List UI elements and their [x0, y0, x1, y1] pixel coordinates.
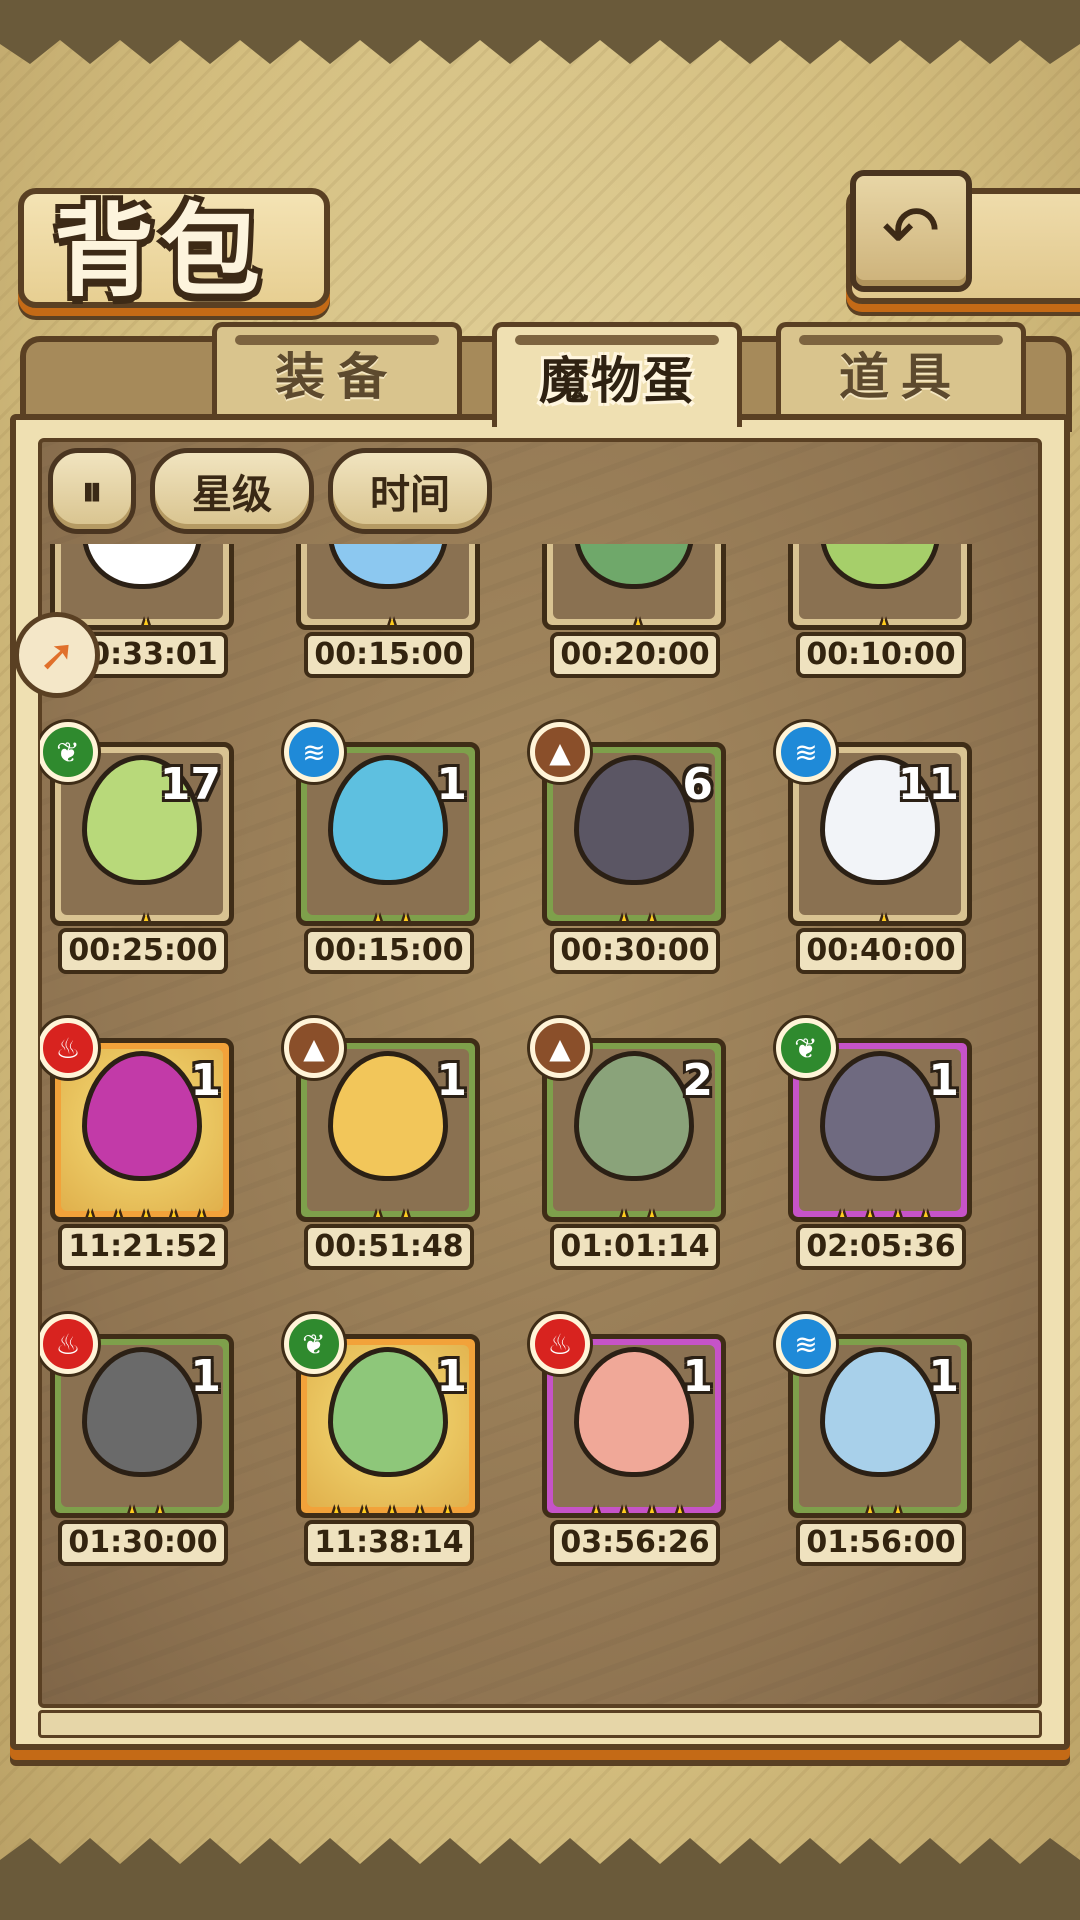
hatch-timer: 11:21:52 — [58, 1224, 228, 1270]
egg-count: 6 — [682, 759, 713, 810]
egg-star-rating: ★★ — [547, 907, 721, 921]
tab-label: 道具 — [839, 348, 963, 406]
hatch-timer: 01:56:00 — [796, 1520, 966, 1566]
fire-element-icon: ♨ — [40, 1018, 98, 1078]
side-collapse-button[interactable]: ➚ — [14, 612, 100, 698]
tab-items[interactable]: 道具 — [776, 322, 1026, 419]
bottom-torn-edge — [0, 1838, 1080, 1920]
egg-star-rating: ★ — [55, 907, 229, 921]
collapse-arrow-icon: ➚ — [38, 629, 76, 681]
egg-slot[interactable]: 1 ★★★★★ ❦ 11:38:14 — [284, 1314, 486, 1580]
egg-count: 1 — [436, 1351, 467, 1402]
egg-slot[interactable]: 15★≋00:15:00 — [286, 544, 486, 692]
egg-star-rating: ★★ — [547, 1203, 721, 1217]
egg-count: 11 — [897, 759, 959, 810]
egg-slot[interactable]: 2 ★★ ▲ 01:01:14 — [530, 1018, 732, 1284]
leaf-element-icon: ❦ — [284, 1314, 344, 1374]
egg-count: 1 — [190, 1351, 221, 1402]
tab-top-bar — [515, 335, 719, 345]
egg-count: 17 — [159, 759, 221, 810]
egg-star-rating: ★★★★★ — [301, 1499, 475, 1513]
egg-count: 1 — [190, 1055, 221, 1106]
egg-star-rating: ★★★★★ — [55, 1203, 229, 1217]
egg-count: 1 — [682, 1351, 713, 1402]
egg-star-rating: ★★ — [55, 1499, 229, 1513]
hatch-timer: 00:15:00 — [304, 928, 474, 974]
egg-star-rating: ★★ — [301, 907, 475, 921]
hatch-timer: 00:10:00 — [796, 632, 966, 678]
fire-element-icon: ♨ — [530, 1314, 590, 1374]
egg-slot[interactable]: 21★❦00:10:00 — [778, 544, 978, 692]
sort-order-button[interactable]: ⏸ — [48, 448, 136, 534]
hatch-timer: 00:30:00 — [550, 928, 720, 974]
tab-monster-eggs[interactable]: 魔物蛋 — [492, 322, 742, 427]
egg-slot[interactable]: 1 ★★★★ ♨ 03:56:26 — [530, 1314, 732, 1580]
fire-element-icon: ♨ — [40, 1314, 98, 1374]
egg-slot[interactable]: 1 ★★ ♨ 01:30:00 — [40, 1314, 240, 1580]
egg-star-rating: ★ — [793, 611, 967, 625]
sort-by-star-button[interactable]: 星级 — [150, 448, 314, 534]
egg-slot[interactable]: 6 ★★ ▲ 00:30:00 — [530, 722, 732, 988]
tab-top-bar — [235, 335, 439, 345]
egg-count: 1 — [436, 759, 467, 810]
hatch-timer: 03:56:26 — [550, 1520, 720, 1566]
egg-star-rating: ★★ — [301, 1203, 475, 1217]
hatch-timer: 01:01:14 — [550, 1224, 720, 1270]
hatch-timer: 00:25:00 — [58, 928, 228, 974]
earth-element-icon: ▲ — [530, 722, 590, 782]
hatch-timer: 00:40:00 — [796, 928, 966, 974]
egg-star-rating: ★ — [301, 611, 475, 625]
egg-count: 1 — [928, 1351, 959, 1402]
page-title: 背包 — [54, 193, 266, 310]
hatch-timer: 01:30:00 — [58, 1520, 228, 1566]
tab-label: 魔物蛋 — [539, 352, 695, 410]
earth-element-icon: ▲ — [530, 1018, 590, 1078]
leaf-element-icon: ❦ — [776, 1018, 836, 1078]
hatch-timer: 00:51:48 — [304, 1224, 474, 1270]
egg-count: 2 — [682, 1055, 713, 1106]
sort-toggle-icon: ⏸ — [81, 466, 103, 515]
hatch-timer: 00:20:00 — [550, 632, 720, 678]
egg-star-rating: ★★★★ — [547, 1499, 721, 1513]
egg-slot[interactable]: 1 ★★★★ ❦ 02:05:36 — [776, 1018, 978, 1284]
hatch-timer: 11:38:14 — [304, 1520, 474, 1566]
egg-card[interactable]: 17★ — [542, 544, 726, 630]
sort-by-time-button[interactable]: 时间 — [328, 448, 492, 534]
egg-star-rating: ★★★★ — [793, 1203, 967, 1217]
return-arrow-icon: ↶ — [881, 190, 941, 272]
egg-count: 1 — [928, 1055, 959, 1106]
hatch-timer: 02:05:36 — [796, 1224, 966, 1270]
hatch-timer: 00:15:00 — [304, 632, 474, 678]
egg-count: 1 — [436, 1055, 467, 1106]
egg-card[interactable]: 21★ — [788, 544, 972, 630]
egg-slot[interactable]: 1 ★★ ≋ 00:15:00 — [284, 722, 486, 988]
leaf-element-icon: ❦ — [40, 722, 98, 782]
water-element-icon: ≋ — [776, 722, 836, 782]
earth-element-icon: ▲ — [284, 1018, 344, 1078]
top-torn-edge — [0, 0, 1080, 64]
tab-top-bar — [799, 335, 1003, 345]
tab-equipment[interactable]: 装备 — [212, 322, 462, 419]
egg-star-rating: ★ — [793, 907, 967, 921]
water-element-icon: ≋ — [284, 722, 344, 782]
egg-slot[interactable]: 1 ★★★★★ ♨ 11:21:52 — [40, 1018, 240, 1284]
egg-slot[interactable]: 1 ★★ ≋ 01:56:00 — [776, 1314, 978, 1580]
water-element-icon: ≋ — [776, 1314, 836, 1374]
egg-slot[interactable]: 11 ★ ≋ 00:40:00 — [776, 722, 978, 988]
egg-star-rating: ★★ — [793, 1499, 967, 1513]
back-button[interactable]: ↶ — [850, 170, 972, 292]
egg-star-rating: ★ — [547, 611, 721, 625]
egg-card[interactable]: 15★ — [296, 544, 480, 630]
egg-grid[interactable]: 12★▲00:33:0115★≋00:15:0017★▲00:20:0021★❦… — [40, 544, 1040, 1720]
tab-label: 装备 — [275, 348, 399, 406]
egg-slot[interactable]: 1 ★★ ▲ 00:51:48 — [284, 1018, 486, 1284]
egg-slot[interactable]: 17 ★ ❦ 00:25:00 — [40, 722, 240, 988]
egg-slot[interactable]: 17★▲00:20:00 — [532, 544, 732, 692]
